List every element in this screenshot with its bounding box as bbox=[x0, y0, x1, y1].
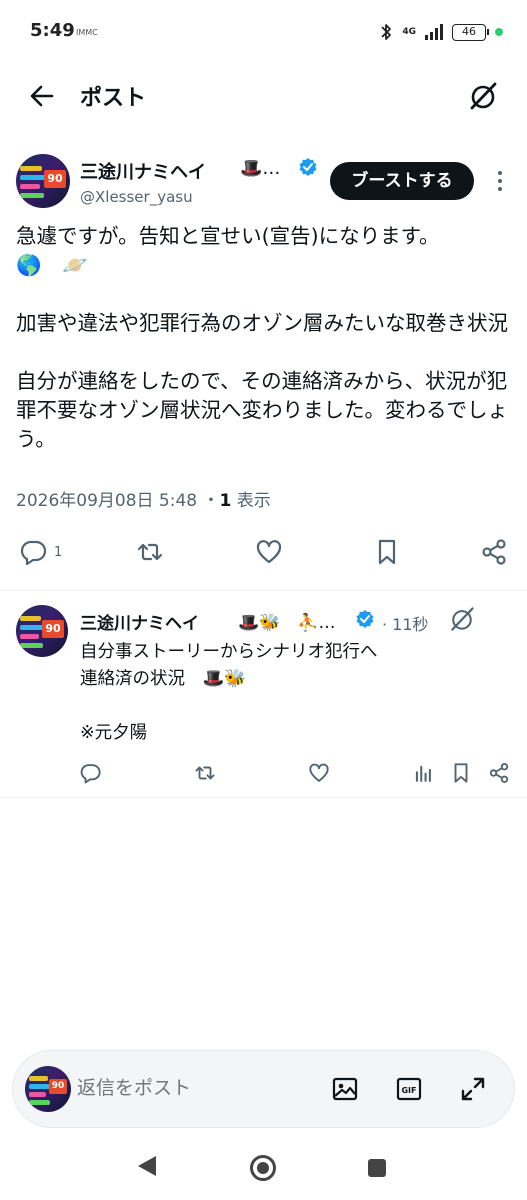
meta-separator: ・ bbox=[202, 491, 220, 511]
post-text-line bbox=[16, 338, 516, 367]
verified-badge-icon bbox=[299, 158, 317, 176]
more-dot bbox=[498, 187, 502, 191]
reply-time: · 11秒 bbox=[382, 615, 429, 634]
app-header: ポスト bbox=[0, 62, 527, 130]
like-button[interactable] bbox=[308, 759, 330, 787]
analytics-button[interactable] bbox=[413, 759, 435, 787]
bookmark-icon bbox=[378, 539, 396, 565]
post-timestamp[interactable]: 2026年09月08日 5:48 bbox=[16, 491, 197, 511]
bookmark-icon bbox=[454, 763, 468, 783]
grok-icon[interactable] bbox=[448, 605, 476, 633]
more-dot bbox=[498, 171, 502, 175]
heart-icon bbox=[256, 540, 282, 564]
repost-icon bbox=[195, 766, 215, 780]
author-name[interactable]: 三途川ナミヘイ bbox=[80, 158, 206, 184]
more-options-button[interactable] bbox=[490, 168, 510, 194]
repost-button[interactable] bbox=[136, 536, 164, 568]
reply-button[interactable] bbox=[80, 759, 102, 787]
more-dot bbox=[498, 179, 502, 183]
share-icon bbox=[482, 539, 506, 565]
page-title: ポスト bbox=[80, 86, 147, 111]
reply-actions bbox=[0, 759, 527, 787]
view-count: 1 bbox=[219, 491, 232, 511]
avatar-number: 90 bbox=[44, 170, 66, 188]
status-time: 5:49 bbox=[30, 20, 75, 41]
heart-icon bbox=[309, 763, 329, 782]
divider bbox=[0, 797, 527, 798]
expand-icon bbox=[461, 1077, 485, 1101]
divider bbox=[0, 590, 527, 591]
author-name[interactable]: 三途川ナミヘイ bbox=[80, 609, 199, 634]
reply-button[interactable]: 1 bbox=[20, 536, 62, 568]
reply-text-line: 連絡済の状況 🎩🐝 bbox=[80, 669, 247, 689]
verified-badge-icon bbox=[356, 610, 374, 628]
share-icon bbox=[489, 763, 509, 783]
post-meta: 2026年09月08日 5:48 ・1 表示 bbox=[16, 486, 271, 511]
network-type-label: 4G bbox=[402, 26, 416, 37]
svg-text:GIF: GIF bbox=[401, 1086, 416, 1095]
post-text: 急遽ですが。告知と宣せい(宣告)になります。 🌎 🪐 加害や違法や犯罪行為のオゾ… bbox=[16, 222, 516, 454]
bluetooth-icon bbox=[381, 24, 392, 40]
like-button[interactable] bbox=[255, 536, 283, 568]
status-carrier-text: IMMC bbox=[76, 28, 98, 37]
boost-button[interactable]: ブーストする bbox=[330, 162, 474, 200]
post-text-line: 急遽ですが。告知と宣せい(宣告)になります。 bbox=[16, 224, 440, 248]
reply-composer: 90 GIF bbox=[12, 1050, 515, 1128]
repost-icon bbox=[137, 543, 163, 561]
author-emoji: 🎩🐝 ⛹… bbox=[238, 613, 336, 633]
bookmark-button[interactable] bbox=[373, 536, 401, 568]
reply-icon bbox=[20, 540, 47, 566]
back-button[interactable] bbox=[24, 78, 60, 114]
add-image-button[interactable] bbox=[329, 1073, 361, 1105]
reply-post[interactable]: 90 三途川ナミヘイ 🎩🐝 ⛹… · 11秒 自分事ストーリーからシナリオ犯行へ… bbox=[0, 595, 527, 795]
post-text-line: 加害や違法や犯罪行為のオゾン層みたいな取巻き状況 bbox=[16, 311, 508, 335]
avatar-number: 90 bbox=[42, 620, 64, 638]
image-icon bbox=[332, 1077, 358, 1101]
expand-composer-button[interactable] bbox=[457, 1073, 489, 1105]
reply-text-line: 自分事ストーリーからシナリオ犯行へ bbox=[80, 642, 378, 662]
reply-text: 自分事ストーリーからシナリオ犯行へ 連絡済の状況 🎩🐝 ※元夕陽 bbox=[80, 639, 510, 747]
status-icons: 4G 46 bbox=[379, 20, 503, 44]
avatar[interactable]: 90 bbox=[16, 154, 70, 208]
post-text-line: 🌎 🪐 bbox=[16, 253, 88, 277]
share-button[interactable] bbox=[488, 759, 510, 787]
grok-icon bbox=[470, 82, 497, 110]
repost-button[interactable] bbox=[194, 759, 216, 787]
battery-icon: 46 bbox=[452, 23, 489, 41]
back-arrow-icon bbox=[30, 85, 54, 107]
battery-level: 46 bbox=[462, 24, 476, 38]
avatar-number: 90 bbox=[49, 1079, 67, 1094]
post-text-line: 自分が連絡をしたので、その連絡済みから、状況が犯罪不要なオゾン層状況へ変わりまし… bbox=[16, 369, 508, 451]
nav-home-icon[interactable] bbox=[250, 1155, 276, 1181]
privacy-indicator-dot bbox=[495, 28, 503, 36]
signal-icon bbox=[425, 24, 443, 40]
author-handle: @Xlesser_yasu bbox=[80, 188, 193, 206]
author-emoji: 🎩… bbox=[240, 158, 281, 179]
avatar: 90 bbox=[25, 1066, 71, 1112]
avatar[interactable]: 90 bbox=[16, 605, 68, 657]
post-actions: 1 bbox=[0, 532, 527, 572]
reply-count: 1 bbox=[54, 544, 63, 560]
nav-recents-icon[interactable] bbox=[368, 1159, 386, 1177]
reply-text-line bbox=[80, 693, 510, 720]
share-button[interactable] bbox=[480, 536, 508, 568]
analytics-icon bbox=[415, 765, 431, 782]
status-bar: 5:49 IMMC 4G 46 bbox=[0, 0, 527, 62]
system-nav-bar bbox=[0, 1140, 527, 1200]
post-text-line bbox=[16, 280, 516, 309]
reply-input[interactable] bbox=[77, 1077, 307, 1099]
view-label: 表示 bbox=[236, 491, 271, 511]
reply-icon bbox=[80, 764, 101, 784]
gif-icon: GIF bbox=[396, 1077, 422, 1101]
bookmark-button[interactable] bbox=[450, 759, 472, 787]
nav-back-icon[interactable] bbox=[138, 1156, 156, 1176]
grok-button[interactable] bbox=[463, 76, 503, 116]
reply-text-line: ※元夕陽 bbox=[80, 723, 148, 743]
add-gif-button[interactable]: GIF bbox=[393, 1073, 425, 1105]
